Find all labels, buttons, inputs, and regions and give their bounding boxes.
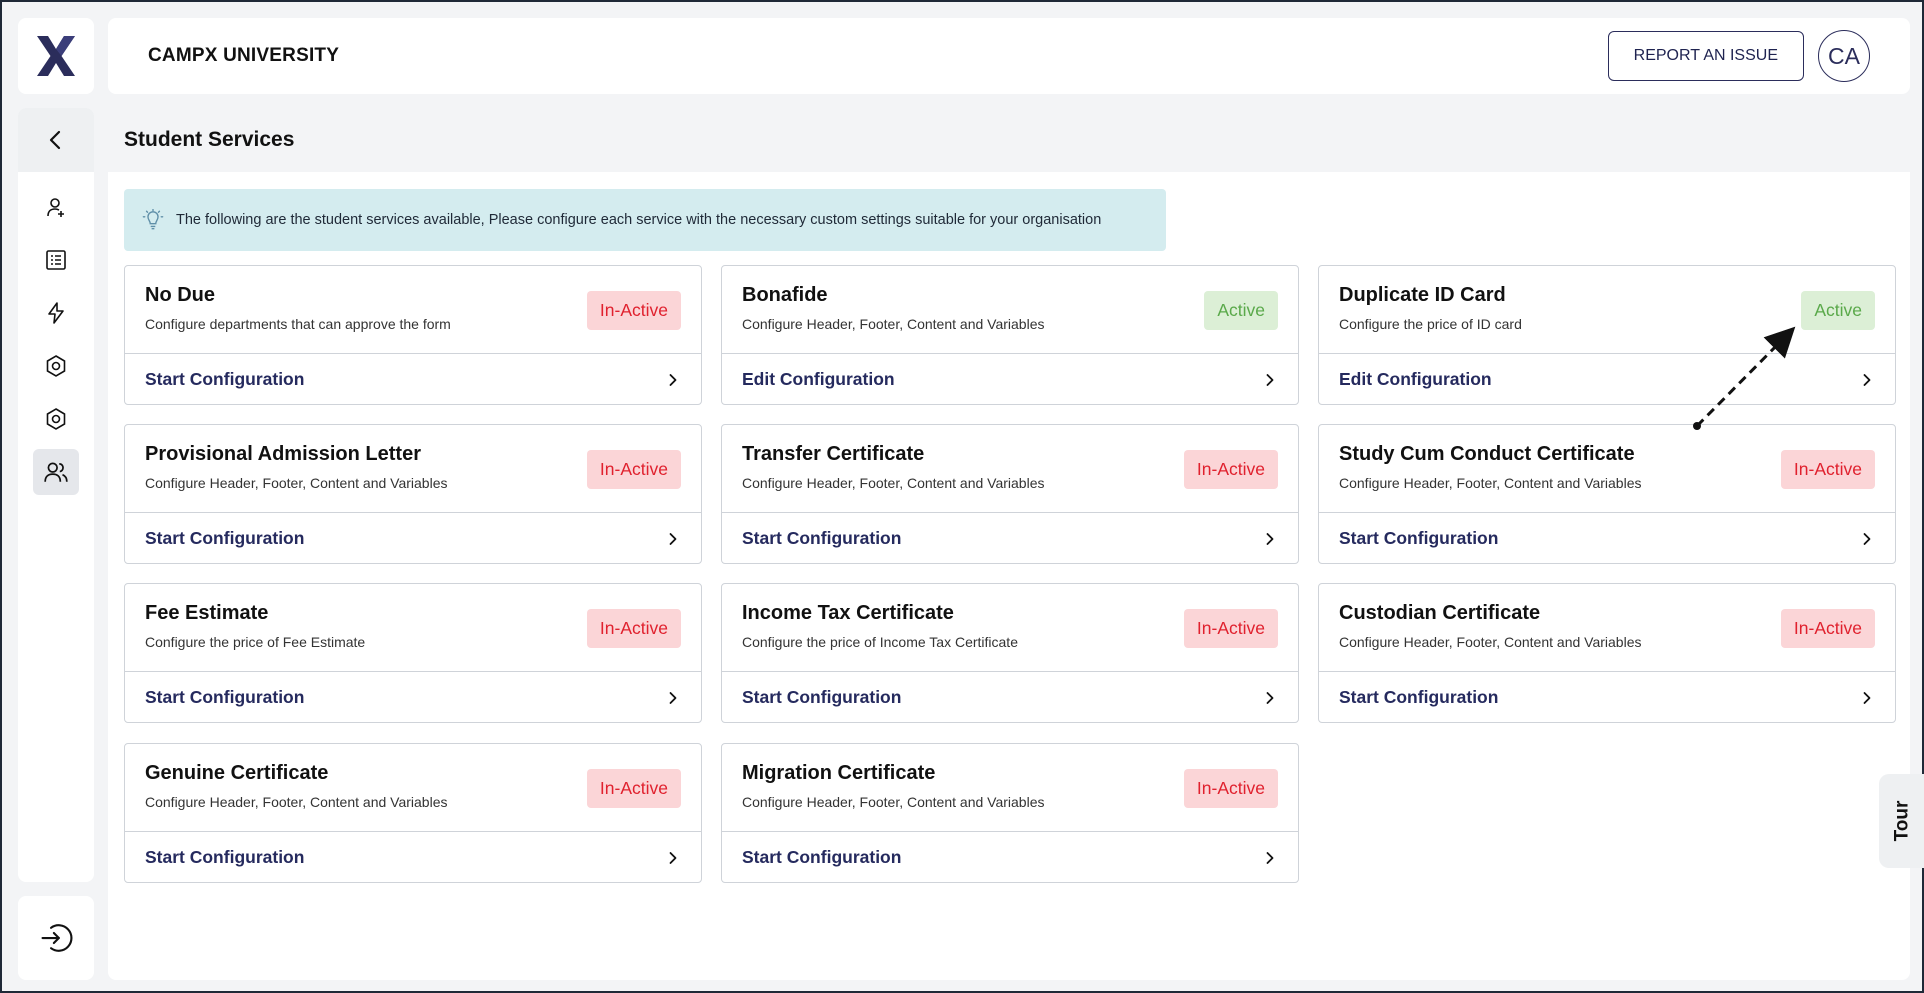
configuration-link-label: Start Configuration [1339,687,1499,707]
chevron-right-icon [669,373,677,386]
chevron-right-icon [669,532,677,545]
service-card: Custodian Certificate Configure Header, … [1318,583,1896,723]
service-card: Study Cum Conduct Certificate Configure … [1318,424,1896,564]
configuration-link-label: Start Configuration [145,687,305,707]
configuration-link-label: Start Configuration [742,847,902,867]
main-content: Student Services The following are the s… [108,108,1910,980]
configuration-link[interactable]: Edit Configuration [1319,353,1895,405]
status-badge: Active [1801,291,1875,330]
configuration-link[interactable]: Edit Configuration [722,353,1298,405]
configuration-link[interactable]: Start Configuration [722,831,1298,883]
service-card: Fee Estimate Configure the price of Fee … [124,583,702,723]
configuration-link[interactable]: Start Configuration [125,353,701,405]
lightbulb-icon [142,209,164,230]
info-text: The following are the student services a… [176,212,1102,228]
sidebar-item-documents[interactable] [33,237,79,283]
chevron-right-icon [1266,373,1274,386]
chevron-right-icon [669,691,677,704]
status-badge: In-Active [586,291,681,330]
status-badge: In-Active [1183,450,1278,489]
sidebar [18,108,94,882]
configuration-link-label: Edit Configuration [742,369,895,389]
chevron-right-icon [1863,691,1871,704]
logout-icon [41,924,73,952]
chevron-right-icon [1266,691,1274,704]
configuration-link[interactable]: Start Configuration [1319,512,1895,564]
sidebar-item-configuration[interactable] [33,396,79,442]
chevron-left-icon [49,130,61,150]
sidebar-item-automation[interactable] [33,290,79,336]
back-button[interactable] [18,108,94,172]
chevron-right-icon [1266,532,1274,545]
status-badge: In-Active [1183,609,1278,648]
service-card: Income Tax Certificate Configure the pri… [721,583,1299,723]
configuration-link[interactable]: Start Configuration [722,512,1298,564]
configuration-link-label: Start Configuration [742,528,902,548]
status-badge: In-Active [1780,450,1875,489]
report-issue-button[interactable]: REPORT AN ISSUE [1607,31,1804,81]
settings-gear-icon [46,408,66,430]
logo[interactable] [18,18,94,94]
service-title: Duplicate ID Card [1339,284,1506,306]
service-card: Bonafide Configure Header, Footer, Conte… [721,265,1299,405]
configuration-link[interactable]: Start Configuration [1319,671,1895,723]
sidebar-item-people[interactable] [33,184,79,230]
organization-name: CAMPX UNIVERSITY [148,45,340,66]
status-badge: In-Active [1780,609,1875,648]
service-title: Bonafide [742,284,828,306]
configuration-link-label: Start Configuration [145,528,305,548]
configuration-link-label: Edit Configuration [1339,369,1492,389]
service-card: Genuine Certificate Configure Header, Fo… [124,743,702,883]
configuration-link-label: Start Configuration [145,847,305,867]
info-banner: The following are the student services a… [124,189,1166,251]
user-add-icon [47,198,64,217]
sidebar-item-student-services[interactable] [33,449,79,495]
status-badge: In-Active [586,769,681,808]
page-title: Student Services [124,128,295,151]
settings-gear-icon [46,355,66,377]
chevron-right-icon [1863,373,1871,386]
service-card: Migration Certificate Configure Header, … [721,743,1299,883]
service-card: Transfer Certificate Configure Header, F… [721,424,1299,564]
chevron-right-icon [669,851,677,864]
page-title-bar: Student Services [108,108,1910,172]
service-card: No Due Configure departments that can ap… [124,265,702,405]
service-card: Duplicate ID Card Configure the price of… [1318,265,1896,405]
top-header: CAMPX UNIVERSITY REPORT AN ISSUE CA [108,18,1910,94]
tour-label: Tour [1891,800,1913,842]
status-badge: In-Active [1183,769,1278,808]
configuration-link[interactable]: Start Configuration [125,512,701,564]
chevron-right-icon [1266,851,1274,864]
document-list-icon [46,250,66,270]
users-group-icon [44,462,68,482]
status-badge: In-Active [586,450,681,489]
sidebar-item-settings[interactable] [33,343,79,389]
configuration-link-label: Start Configuration [1339,528,1499,548]
lightning-icon [48,302,64,324]
service-subtitle: Configure the price of ID card [1339,316,1522,332]
status-badge: In-Active [586,609,681,648]
campx-x-logo-icon [37,36,75,76]
configuration-link[interactable]: Start Configuration [125,671,701,723]
service-card: Provisional Admission Letter Configure H… [124,424,702,564]
avatar[interactable]: CA [1818,30,1870,82]
tour-button[interactable]: Tour [1879,774,1924,868]
status-badge: Active [1204,291,1278,330]
configuration-link[interactable]: Start Configuration [722,671,1298,723]
configuration-link-label: Start Configuration [742,687,902,707]
chevron-right-icon [1863,532,1871,545]
configuration-link[interactable]: Start Configuration [125,831,701,883]
service-subtitle: Configure Header, Footer, Content and Va… [742,316,1045,332]
configuration-link-label: Start Configuration [145,369,305,389]
logout-button[interactable] [18,896,94,980]
